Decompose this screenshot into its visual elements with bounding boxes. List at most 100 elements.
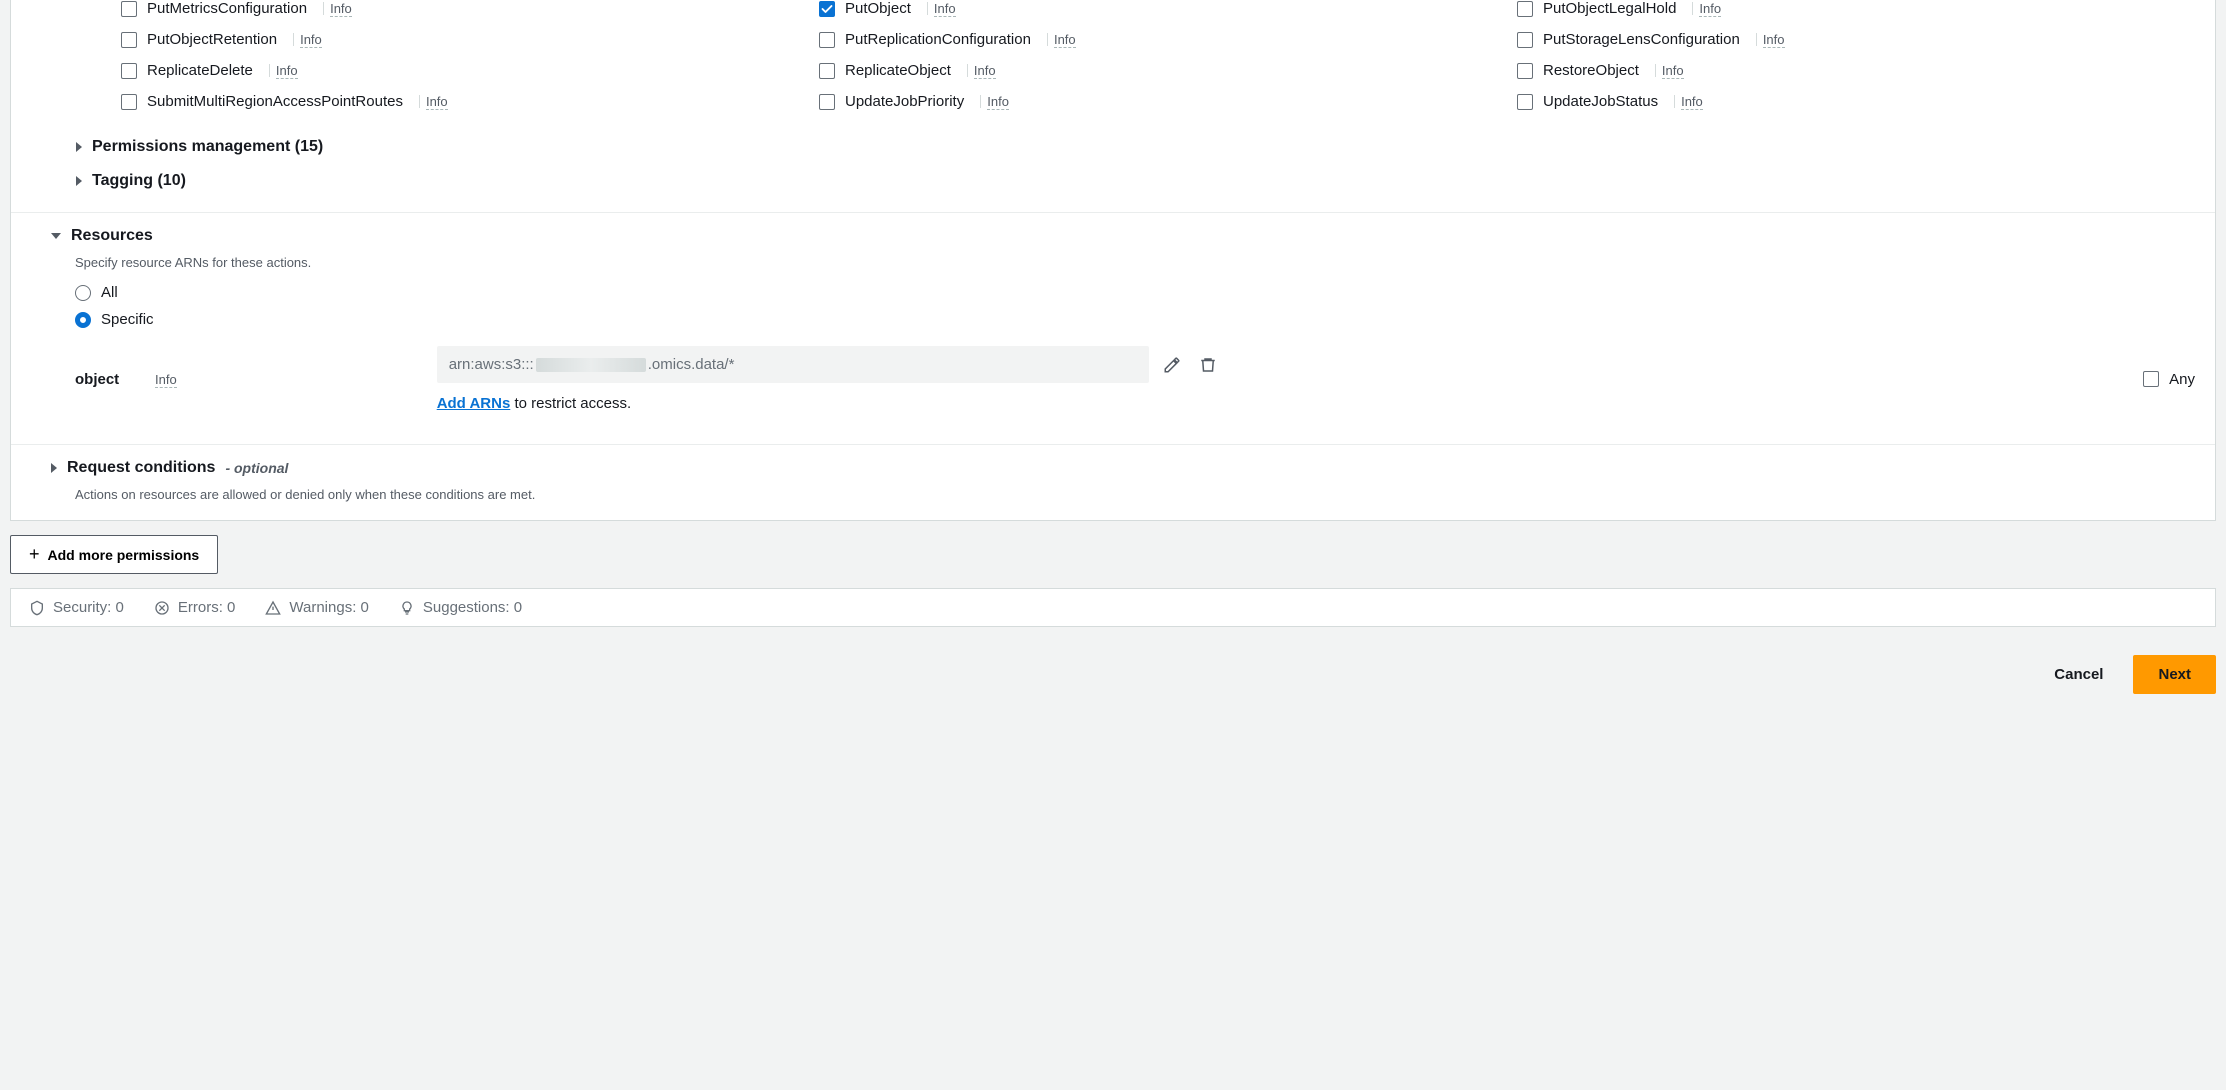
action-item: SubmitMultiRegionAccessPointRoutes Info xyxy=(121,93,799,110)
add-arns-text: Add ARNs to restrict access. xyxy=(437,395,1217,412)
footer-buttons: Cancel Next xyxy=(10,655,2216,694)
arn-column: arn:aws:s3::: .omics.data/* xyxy=(437,346,1217,412)
action-checkbox[interactable] xyxy=(121,32,137,48)
info-link[interactable]: Info xyxy=(155,372,177,387)
action-item: PutObjectLegalHold Info xyxy=(1517,0,2195,17)
action-item: ReplicateObject Info xyxy=(819,62,1497,79)
info-link[interactable]: Info xyxy=(323,2,352,15)
action-checkbox[interactable] xyxy=(1517,94,1533,110)
delete-icon[interactable] xyxy=(1199,356,1217,374)
info-link[interactable]: Info xyxy=(269,64,298,77)
resources-subtitle: Specify resource ARNs for these actions. xyxy=(75,255,2195,270)
info-link[interactable]: Info xyxy=(1674,95,1703,108)
stat-suggestions[interactable]: Suggestions: 0 xyxy=(399,599,522,616)
stat-errors-label: Errors: 0 xyxy=(178,599,236,616)
resource-row-object: object Info arn:aws:s3::: .omics.data/* xyxy=(75,346,2195,412)
action-checkbox[interactable] xyxy=(121,94,137,110)
arn-display[interactable]: arn:aws:s3::: .omics.data/* xyxy=(437,346,1149,383)
action-label: PutObjectLegalHold xyxy=(1543,0,1676,17)
info-link[interactable]: Info xyxy=(293,33,322,46)
info-link[interactable]: Info xyxy=(419,95,448,108)
any-checkbox[interactable] xyxy=(2143,371,2159,387)
expander-label: Permissions management (15) xyxy=(92,138,323,156)
info-link[interactable]: Info xyxy=(927,2,956,15)
stat-warnings[interactable]: Warnings: 0 xyxy=(265,599,368,616)
radio-icon xyxy=(75,312,91,328)
action-checkbox[interactable] xyxy=(121,63,137,79)
info-link[interactable]: Info xyxy=(1692,2,1721,15)
info-link[interactable]: Info xyxy=(1756,33,1785,46)
action-checkbox[interactable] xyxy=(819,63,835,79)
validation-bar: Security: 0 Errors: 0 Warnings: 0 Sugges… xyxy=(10,588,2216,627)
edit-icon[interactable] xyxy=(1163,356,1181,374)
radio-specific[interactable]: Specific xyxy=(75,311,2195,328)
conditions-optional: - optional xyxy=(225,460,288,476)
action-label: PutStorageLensConfiguration xyxy=(1543,31,1740,48)
conditions-section: Request conditions - optional Actions on… xyxy=(11,445,2215,520)
add-arns-link[interactable]: Add ARNs xyxy=(437,395,511,412)
plus-icon: + xyxy=(29,544,40,565)
stat-security[interactable]: Security: 0 xyxy=(29,599,124,616)
action-label: ReplicateDelete xyxy=(147,62,253,79)
info-link[interactable]: Info xyxy=(967,64,996,77)
add-more-permissions-label: Add more permissions xyxy=(48,547,200,563)
action-label: ReplicateObject xyxy=(845,62,951,79)
stat-warnings-label: Warnings: 0 xyxy=(289,599,368,616)
expander-tagging[interactable]: Tagging (10) xyxy=(11,164,2215,198)
radio-specific-label: Specific xyxy=(101,311,154,328)
add-more-permissions-button[interactable]: + Add more permissions xyxy=(10,535,218,574)
action-item: RestoreObject Info xyxy=(1517,62,2195,79)
info-link[interactable]: Info xyxy=(980,95,1009,108)
arn-redacted xyxy=(536,358,646,372)
actions-grid: PutMetricsConfiguration Info PutObject Info… xyxy=(11,0,2215,130)
cancel-button[interactable]: Cancel xyxy=(2038,655,2119,694)
action-checkbox[interactable] xyxy=(819,94,835,110)
info-link[interactable]: Info xyxy=(1047,33,1076,46)
action-item: PutObject Info xyxy=(819,0,1497,17)
action-checkbox[interactable] xyxy=(1517,1,1533,17)
action-item: PutReplicationConfiguration Info xyxy=(819,31,1497,48)
arn-prefix: arn:aws:s3::: xyxy=(449,356,534,373)
expander-permissions-management[interactable]: Permissions management (15) xyxy=(11,130,2215,164)
action-item: PutObjectRetention Info xyxy=(121,31,799,48)
action-checkbox[interactable] xyxy=(1517,32,1533,48)
next-button[interactable]: Next xyxy=(2133,655,2216,694)
action-checkbox[interactable] xyxy=(1517,63,1533,79)
expander-label: Tagging (10) xyxy=(92,172,186,190)
radio-all-label: All xyxy=(101,284,118,301)
caret-down-icon xyxy=(51,233,61,239)
action-item: PutMetricsConfiguration Info xyxy=(121,0,799,17)
action-checkbox[interactable] xyxy=(819,1,835,17)
action-label: UpdateJobPriority xyxy=(845,93,964,110)
action-label: RestoreObject xyxy=(1543,62,1639,79)
action-checkbox[interactable] xyxy=(121,1,137,17)
caret-right-icon xyxy=(76,142,82,152)
stat-errors[interactable]: Errors: 0 xyxy=(154,599,236,616)
caret-right-icon xyxy=(51,463,57,473)
action-label: UpdateJobStatus xyxy=(1543,93,1658,110)
resources-toggle[interactable]: Resources xyxy=(51,227,2195,245)
action-item: ReplicateDelete Info xyxy=(121,62,799,79)
action-label: PutReplicationConfiguration xyxy=(845,31,1031,48)
stat-security-label: Security: 0 xyxy=(53,599,124,616)
resources-section: Resources Specify resource ARNs for thes… xyxy=(11,213,2215,430)
action-checkbox[interactable] xyxy=(819,32,835,48)
radio-all[interactable]: All xyxy=(75,284,2195,301)
action-label: SubmitMultiRegionAccessPointRoutes xyxy=(147,93,403,110)
action-item: PutStorageLensConfiguration Info xyxy=(1517,31,2195,48)
conditions-title: Request conditions xyxy=(67,459,215,477)
info-link[interactable]: Info xyxy=(1655,64,1684,77)
resources-radio-group: All Specific xyxy=(75,284,2195,328)
caret-right-icon xyxy=(76,176,82,186)
policy-editor-panel: PutMetricsConfiguration Info PutObject Info… xyxy=(10,0,2216,521)
action-item: UpdateJobStatus Info xyxy=(1517,93,2195,110)
radio-icon xyxy=(75,285,91,301)
any-label: Any xyxy=(2169,371,2195,388)
conditions-toggle[interactable]: Request conditions - optional xyxy=(51,459,2195,477)
action-label: PutMetricsConfiguration xyxy=(147,0,307,17)
action-label: PutObjectRetention xyxy=(147,31,277,48)
stat-suggestions-label: Suggestions: 0 xyxy=(423,599,522,616)
action-label: PutObject xyxy=(845,0,911,17)
add-arns-tail: to restrict access. xyxy=(510,395,631,412)
action-item: UpdateJobPriority Info xyxy=(819,93,1497,110)
